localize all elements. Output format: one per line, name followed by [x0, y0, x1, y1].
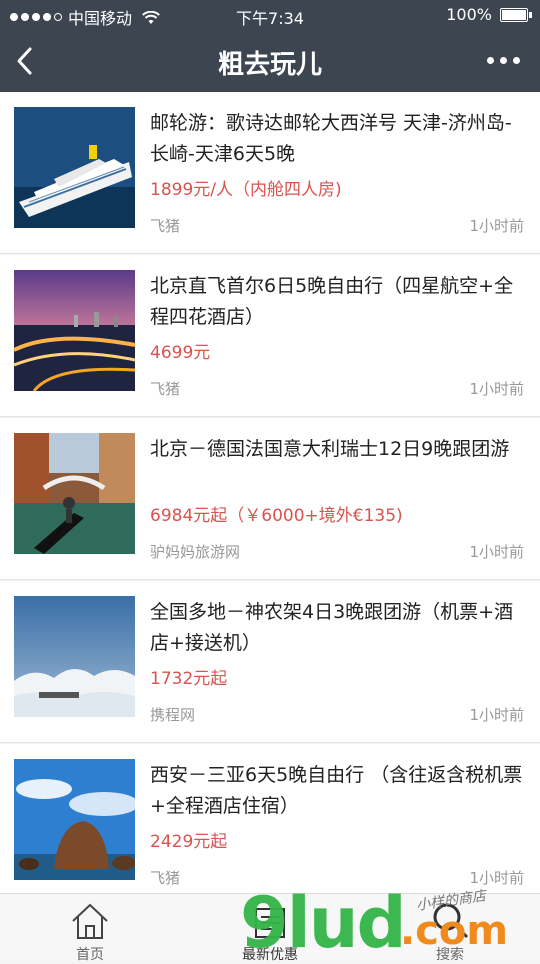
item-source: 飞猪	[150, 217, 181, 235]
tab-search[interactable]: 搜索	[390, 900, 510, 964]
city-bridge-night-image	[14, 270, 135, 391]
item-time: 1小时前	[469, 706, 524, 724]
news-icon	[255, 908, 285, 938]
item-time: 1小时前	[469, 869, 524, 887]
tab-home[interactable]: 首页	[30, 900, 150, 964]
battery-icon	[500, 7, 532, 22]
item-price: 4699元	[150, 343, 211, 363]
item-time: 1小时前	[469, 380, 524, 398]
sea-of-clouds-image	[14, 596, 135, 717]
tab-deals-label: 最新优惠	[242, 947, 298, 963]
item-title: 北京－德国法国意大利瑞士12日9晚跟团游	[150, 438, 510, 460]
cruise-ship-image	[14, 107, 135, 228]
status-bar: 中国移动 下午7:34 100%	[0, 0, 540, 30]
more-dot-icon	[487, 57, 494, 64]
more-button[interactable]	[487, 57, 520, 64]
item-time: 1小时前	[469, 217, 524, 235]
item-source: 携程网	[150, 706, 196, 724]
more-dot-icon	[513, 57, 520, 64]
item-source: 驴妈妈旅游网	[150, 543, 241, 561]
item-price: 6984元起（￥6000+境外€135)	[150, 506, 403, 526]
beach-rocks-image	[14, 759, 135, 880]
tab-bar: 首页 最新优惠 搜索	[0, 893, 540, 964]
item-title: 西安－三亚6天5晚自由行 （含往返含税机票+全程酒店住宿）	[150, 764, 523, 817]
battery-label: 100%	[446, 5, 492, 24]
page-title: 粗去玩儿	[217, 50, 322, 80]
list-item[interactable]: 北京－德国法国意大利瑞士12日9晚跟团游 6984元起（￥6000+境外€135…	[0, 418, 540, 580]
list-item[interactable]: 北京直飞首尔6日5晚自由行（四星航空+全程四花酒店） 4699元 飞猪 1小时前	[0, 255, 540, 417]
item-price: 1899元/人（内舱四人房)	[150, 180, 342, 200]
search-icon	[433, 903, 469, 939]
item-title: 北京直飞首尔6日5晚自由行（四星航空+全程四花酒店）	[150, 275, 514, 328]
item-source: 飞猪	[150, 380, 181, 398]
deal-list: 邮轮游：歌诗达邮轮大西洋号 天津-济州岛-长崎-天津6天5晚 1899元/人（内…	[0, 92, 540, 907]
item-title: 邮轮游：歌诗达邮轮大西洋号 天津-济州岛-长崎-天津6天5晚	[150, 112, 512, 165]
more-dot-icon	[500, 57, 507, 64]
item-title: 全国多地－神农架4日3晚跟团游（机票+酒店+接送机）	[150, 601, 514, 654]
home-icon	[72, 903, 108, 939]
tab-search-label: 搜索	[436, 947, 464, 963]
item-price: 1732元起	[150, 669, 228, 689]
tab-home-label: 首页	[76, 947, 104, 963]
tab-deals[interactable]: 最新优惠	[210, 900, 330, 964]
item-source: 飞猪	[150, 869, 181, 887]
list-item[interactable]: 邮轮游：歌诗达邮轮大西洋号 天津-济州岛-长崎-天津6天5晚 1899元/人（内…	[0, 92, 540, 254]
list-item[interactable]: 西安－三亚6天5晚自由行 （含往返含税机票+全程酒店住宿） 2429元起 飞猪 …	[0, 744, 540, 906]
list-item[interactable]: 全国多地－神农架4日3晚跟团游（机票+酒店+接送机） 1732元起 携程网 1小…	[0, 581, 540, 743]
item-time: 1小时前	[469, 543, 524, 561]
nav-bar: 粗去玩儿	[0, 30, 540, 92]
item-price: 2429元起	[150, 832, 228, 852]
venice-canal-image	[14, 433, 135, 554]
